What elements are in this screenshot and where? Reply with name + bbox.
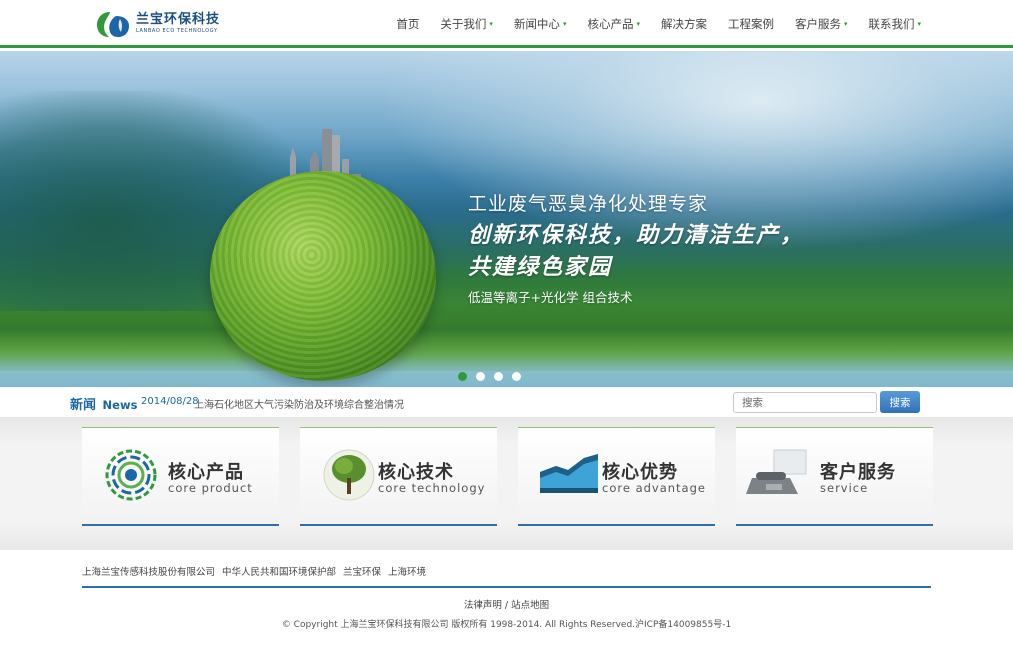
news-title-cn: 新闻 — [70, 398, 97, 413]
nav-label: 客户服务 — [794, 17, 841, 31]
copyright: © Copyright 上海兰宝环保科技有限公司 版权所有 1998-2014.… — [281, 620, 732, 630]
site-header: 兰宝环保科技 LANBAO ECO TECHNOLOGY 首页 关于我们 ▾ 新闻… — [0, 0, 1013, 48]
logo-name-en: LANBAO ECO TECHNOLOGY — [136, 28, 218, 34]
nav-item-home[interactable]: 首页 — [396, 16, 419, 32]
feature-title-en: core technology — [378, 481, 486, 495]
nav-label: 工程案例 — [727, 17, 774, 31]
nav-item-solutions[interactable]: 解决方案 — [661, 16, 707, 32]
footer-divider — [82, 586, 931, 588]
nav-item-products[interactable]: 核心产品 ▾ — [587, 16, 640, 32]
nav-item-cases[interactable]: 工程案例 — [728, 16, 774, 32]
nav-item-service[interactable]: 客户服务 ▾ — [795, 16, 848, 32]
slider-dot-3[interactable] — [494, 372, 503, 381]
legal-link[interactable]: 法律声明 — [464, 600, 502, 611]
nav-label: 新闻中心 — [513, 17, 560, 31]
caret-down-icon: ▾ — [917, 20, 921, 28]
product-ring-icon — [105, 449, 157, 501]
site-footer: 上海兰宝传感科技股份有限公司 中华人民共和国环境保护部 兰宝环保 上海环境 法律… — [0, 550, 1013, 655]
logo[interactable]: 兰宝环保科技 LANBAO ECO TECHNOLOGY — [96, 9, 220, 39]
slider-dot-2[interactable] — [476, 372, 485, 381]
friend-links: 上海兰宝传感科技股份有限公司 中华人民共和国环境保护部 兰宝环保 上海环境 — [82, 564, 433, 578]
news-headline-link[interactable]: 上海石化地区大气污染防治及环境综合整治情况 — [194, 396, 404, 411]
caret-down-icon: ▾ — [562, 20, 567, 28]
feature-card-product[interactable]: 核心产品 core product — [82, 427, 279, 526]
friend-link-mep[interactable]: 中华人民共和国环境保护部 — [222, 564, 336, 578]
slider-dot-1[interactable] — [458, 372, 467, 381]
slider-dot-4[interactable] — [512, 372, 521, 381]
nav-label: 首页 — [396, 17, 420, 31]
feature-section: 核心产品 core product 核心技术 core technology 核… — [0, 417, 1013, 550]
feature-title-en: core advantage — [602, 481, 706, 495]
news-date: 2014/08/28 — [141, 396, 199, 407]
hero-banner[interactable]: 工业废气恶臭净化处理专家 创新环保科技，助力清洁生产， 共建绿色家园 低温等离子… — [0, 51, 1013, 387]
nav-label: 核心产品 — [587, 17, 634, 31]
nav-item-about[interactable]: 关于我们 ▾ — [440, 16, 493, 32]
sitemap-link[interactable]: 站点地图 — [511, 600, 549, 611]
slogan-line-1: 工业废气恶臭净化处理专家 — [468, 193, 709, 215]
feature-title-en: service — [820, 481, 869, 495]
tree-icon — [323, 449, 375, 501]
news-bar: 新闻 News 2014/08/28 上海石化地区大气污染防治及环境综合整治情况… — [0, 387, 1013, 417]
feature-card-technology[interactable]: 核心技术 core technology — [300, 427, 497, 526]
feature-card-service[interactable]: 客户服务 service — [736, 427, 933, 526]
feature-card-advantage[interactable]: 核心优势 core advantage — [518, 427, 715, 526]
main-nav: 首页 关于我们 ▾ 新闻中心 ▾ 核心产品 ▾ 解决方案 工程案例 客户服务 ▾ 联系我… — [375, 0, 921, 48]
phone-icon — [746, 449, 807, 494]
search-input[interactable] — [733, 392, 877, 413]
banner-slogan: 工业废气恶臭净化处理专家 创新环保科技，助力清洁生产， 共建绿色家园 低温等离子… — [468, 191, 804, 308]
chart-icon — [540, 454, 598, 493]
nav-label: 解决方案 — [660, 17, 707, 31]
banner-forest — [0, 301, 1013, 371]
logo-name-cn: 兰宝环保科技 — [136, 12, 221, 27]
slider-dots — [458, 372, 530, 381]
feature-title-en: core product — [168, 481, 253, 495]
caret-down-icon: ▾ — [843, 20, 848, 28]
slogan-line-2: 创新环保科技，助力清洁生产， — [468, 223, 805, 248]
nav-item-contact[interactable]: 联系我们 ▾ — [868, 16, 921, 32]
logo-mark-icon — [97, 12, 129, 37]
logo-text: 兰宝环保科技 LANBAO ECO TECHNOLOGY — [136, 13, 220, 35]
friend-link-lanbao-env[interactable]: 兰宝环保 — [343, 564, 381, 578]
nav-label: 关于我们 — [440, 17, 487, 31]
news-title-en: News — [102, 398, 138, 412]
slogan-line-4: 低温等离子+光化学 组合技术 — [468, 290, 633, 305]
nav-label: 联系我们 — [868, 17, 915, 31]
caret-down-icon: ▾ — [489, 20, 493, 28]
friend-link-lanbao-sensor[interactable]: 上海兰宝传感科技股份有限公司 — [82, 564, 215, 578]
footer-nav: 法律声明 / 站点地图 — [0, 597, 1013, 611]
news-title: 新闻 News — [70, 394, 137, 413]
search-button[interactable]: 搜索 — [880, 391, 920, 413]
friend-link-shanghai-env[interactable]: 上海环境 — [388, 564, 426, 578]
nav-item-news[interactable]: 新闻中心 ▾ — [514, 16, 567, 32]
caret-down-icon: ▾ — [636, 20, 640, 28]
slogan-line-3: 共建绿色家园 — [468, 255, 613, 280]
green-globe-texture — [210, 171, 436, 381]
footer-separator: / — [504, 600, 509, 611]
